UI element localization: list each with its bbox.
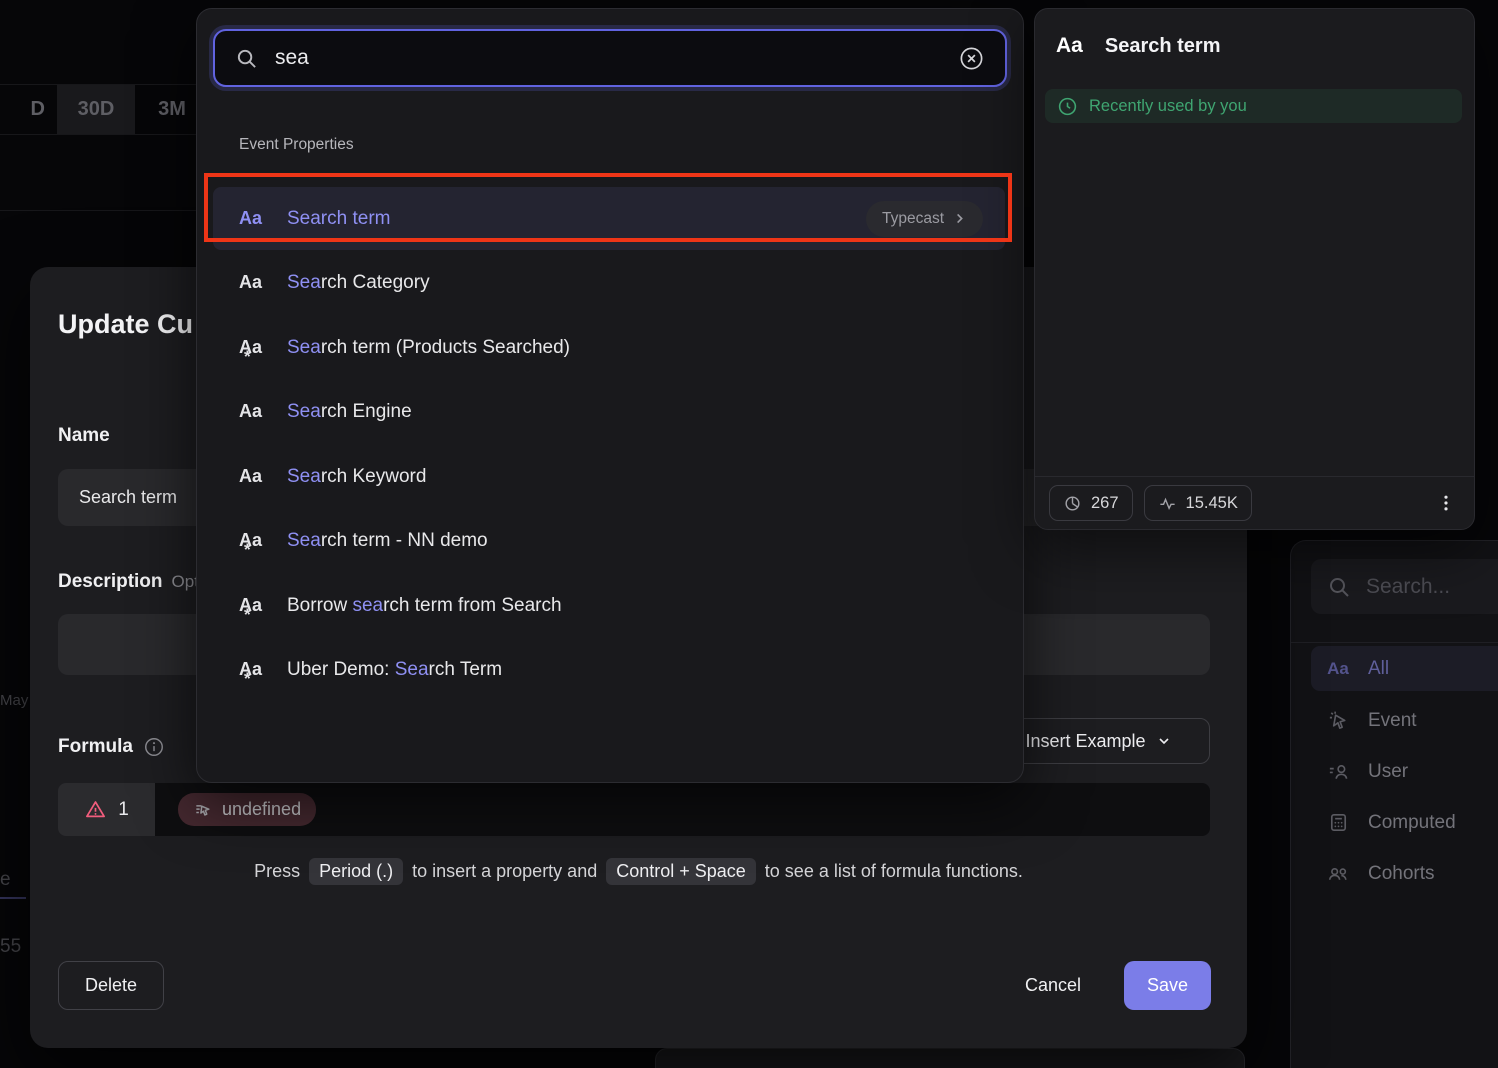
background-gridline — [0, 134, 196, 135]
property-details-footer: 267 15.45K — [1035, 476, 1474, 529]
property-type-icon: Aa — [239, 208, 275, 229]
property-title: Search term — [1105, 35, 1221, 58]
app-root: D 30D 3M May e 55 Update Cu Name Descrip… — [0, 0, 1498, 1068]
date-range-tabs: D 30D 3M — [0, 85, 209, 134]
computed-icon — [1325, 811, 1351, 834]
property-result-row[interactable]: Aa* Borrow search term from Search — [213, 574, 1005, 637]
save-button[interactable]: Save — [1124, 961, 1211, 1010]
formula-label: Formula — [58, 736, 165, 758]
property-details-panel: Aa Search term Recently used by you 267 … — [1034, 8, 1475, 530]
sidebar-item-event[interactable]: Event — [1311, 698, 1498, 743]
tab-7d[interactable]: D — [0, 85, 57, 134]
cohorts-icon — [1325, 862, 1351, 885]
sidebar-search-field[interactable] — [1311, 559, 1498, 614]
chevron-right-icon — [952, 211, 967, 226]
axis-label-e: e — [0, 869, 11, 891]
pie-chart-icon — [1063, 494, 1082, 513]
property-type-icon: Aa — [239, 466, 275, 487]
warning-icon — [84, 798, 107, 821]
custom-property-icon: Aa* — [239, 337, 275, 358]
property-type-icon: Aa — [1056, 34, 1083, 58]
events-count-badge[interactable]: 15.45K — [1144, 485, 1252, 521]
sidebar-item-all[interactable]: Aa All — [1311, 646, 1498, 691]
property-result-row[interactable]: Aa Search term Typecast — [213, 187, 1005, 250]
property-token-icon — [193, 800, 213, 820]
sidebar-item-computed[interactable]: Computed — [1311, 800, 1498, 845]
property-type-icon: Aa — [239, 272, 275, 293]
property-result-row[interactable]: Aa* Uber Demo: Search Term — [213, 638, 1005, 701]
custom-property-icon: Aa* — [239, 595, 275, 616]
recently-used-badge: Recently used by you — [1045, 89, 1462, 123]
property-search-dropdown: Event Properties Aa Search term Typecast… — [196, 8, 1024, 783]
pulse-icon — [1158, 494, 1177, 513]
property-result-row[interactable]: Aa Search Engine — [213, 380, 1005, 443]
background-panel-edge — [655, 1048, 1245, 1068]
chevron-down-icon — [1156, 733, 1172, 749]
top-values-count-badge[interactable]: 267 — [1049, 485, 1133, 521]
user-icon — [1325, 760, 1351, 783]
aa-icon: Aa — [1325, 659, 1351, 679]
formula-error-count[interactable]: 1 — [58, 783, 155, 836]
tab-30d[interactable]: 30D — [57, 85, 135, 134]
typecast-badge[interactable]: Typecast — [866, 201, 983, 237]
info-icon[interactable] — [143, 736, 165, 758]
delete-button[interactable]: Delete — [58, 961, 164, 1010]
formula-token-undefined[interactable]: undefined — [178, 793, 316, 826]
custom-property-icon: Aa* — [239, 659, 275, 680]
custom-property-icon: Aa* — [239, 530, 275, 551]
formula-hint: Press Period (.) to insert a property an… — [30, 858, 1247, 885]
property-type-icon: Aa — [239, 401, 275, 422]
formula-input[interactable]: undefined — [155, 783, 1210, 836]
modal-title: Update Cu — [58, 309, 193, 340]
search-icon — [235, 47, 258, 70]
clear-search-icon[interactable] — [958, 45, 985, 72]
clock-icon — [1057, 96, 1078, 117]
properties-sidebar: Aa All Event User Computed Cohorts — [1290, 540, 1498, 1068]
more-options-button[interactable] — [1432, 488, 1460, 518]
results-section-label: Event Properties — [239, 136, 354, 154]
property-search-field[interactable] — [213, 29, 1007, 87]
search-icon — [1327, 575, 1351, 599]
chart-tick-fragment — [0, 897, 26, 899]
sidebar-item-cohorts[interactable]: Cohorts — [1311, 851, 1498, 896]
formula-row: 1 undefined — [58, 783, 1210, 836]
axis-label-55: 55 — [0, 936, 21, 958]
cancel-button[interactable]: Cancel — [998, 961, 1108, 1010]
property-result-row[interactable]: Aa Search Category — [213, 251, 1005, 314]
event-icon — [1325, 709, 1351, 732]
property-search-input[interactable] — [273, 45, 943, 71]
property-result-row[interactable]: Aa* Search term - NN demo — [213, 509, 1005, 572]
axis-label-may: May — [0, 692, 28, 709]
property-details-header: Aa Search term — [1056, 34, 1220, 58]
sidebar-item-user[interactable]: User — [1311, 749, 1498, 794]
property-result-row[interactable]: Aa Search Keyword — [213, 445, 1005, 508]
sidebar-divider — [1291, 642, 1498, 643]
background-gridline — [0, 210, 196, 211]
sidebar-search-input[interactable] — [1364, 574, 1478, 600]
kbd-period: Period (.) — [309, 858, 403, 885]
kbd-control-space: Control + Space — [606, 858, 756, 885]
name-label: Name — [58, 425, 110, 447]
property-result-row[interactable]: Aa* Search term (Products Searched) — [213, 316, 1005, 379]
